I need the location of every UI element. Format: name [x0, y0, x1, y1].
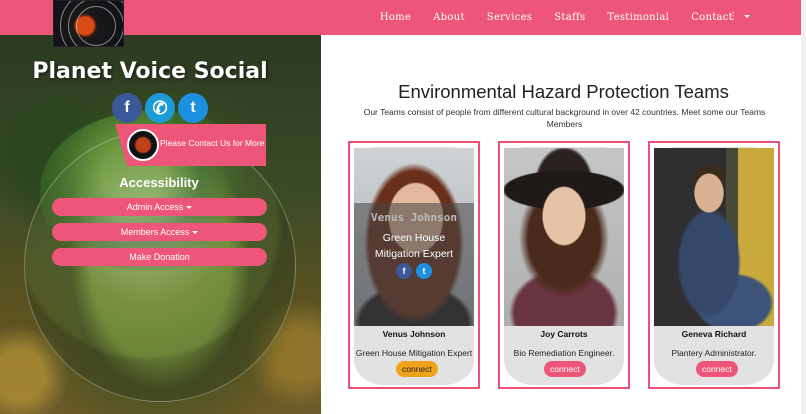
section-title: Environmental Hazard Protection Teams: [398, 81, 729, 102]
tumblr-button[interactable]: t: [178, 93, 208, 123]
member-hover-overlay: Venus Johnson Green House Mitigation Exp…: [354, 203, 474, 326]
member-role: Green House Mitigation Expert: [355, 348, 473, 358]
facebook-icon[interactable]: f: [396, 263, 412, 279]
nav-home[interactable]: Home: [369, 12, 422, 23]
member-photo: [504, 148, 624, 326]
make-donation-button[interactable]: Make Donation: [52, 248, 267, 266]
member-photo: Venus Johnson Green House Mitigation Exp…: [354, 148, 474, 326]
section-description: Our Teams consist of people from differe…: [363, 107, 766, 129]
connect-button[interactable]: connect: [544, 361, 586, 377]
caret-down-icon: [186, 206, 193, 210]
caret-down-icon: [744, 14, 751, 18]
contact-banner-text: Please Contact Us for More: [160, 138, 265, 148]
site-title: Planet Voice Social: [32, 59, 268, 84]
more-vertical-icon: ⋮: [728, 11, 738, 22]
tumblr-icon[interactable]: t: [416, 263, 432, 279]
nav-about[interactable]: About: [422, 12, 476, 23]
accessibility-title: Accessibility: [119, 175, 199, 190]
team-card-joy: Joy Carrots Bio Remediation Engineer. co…: [498, 141, 630, 389]
member-role: Plantery Administrator.: [671, 348, 757, 358]
admin-access-button[interactable]: Admin Access: [52, 198, 267, 216]
member-name: Joy Carrots: [540, 329, 588, 339]
members-access-label: Members Access: [120, 227, 190, 237]
overlay-role: Green House Mitigation Expert: [374, 232, 454, 260]
nav-testimonial[interactable]: Testimonial: [596, 12, 680, 23]
phone-icon: ✆: [152, 97, 168, 118]
facebook-button[interactable]: f: [112, 93, 142, 123]
caret-down-icon: [192, 231, 199, 235]
nav-services[interactable]: Services: [476, 12, 543, 23]
sidebar-hero: Planet Voice Social f ✆ t Please Contact…: [0, 35, 321, 414]
member-photo: [654, 148, 774, 326]
member-role: Bio Remediation Engineer.: [513, 348, 615, 358]
connect-button[interactable]: connect: [396, 361, 438, 377]
phone-button[interactable]: ✆: [145, 93, 175, 123]
team-section: Environmental Hazard Protection Teams Ou…: [321, 35, 806, 414]
facebook-icon: f: [124, 99, 130, 116]
contact-banner[interactable]: Please Contact Us for More: [115, 124, 266, 166]
nav-staffs[interactable]: Staffs: [543, 12, 596, 23]
nav-menu: Home About Services Staffs Testimonial C…: [369, 0, 744, 35]
contact-logo-icon: [127, 129, 159, 161]
admin-access-label: Admin Access: [126, 202, 184, 212]
connect-button[interactable]: connect: [696, 361, 738, 377]
member-name: Geneva Richard: [681, 329, 747, 339]
team-card-venus: Venus Johnson Green House Mitigation Exp…: [348, 141, 480, 389]
overlay-name: Venus Johnson: [370, 211, 458, 224]
page-scrollbar[interactable]: [801, 0, 806, 414]
team-card-geneva: Geneva Richard Plantery Administrator. c…: [648, 141, 780, 389]
member-name: Venus Johnson: [382, 329, 446, 339]
nav-more-dropdown[interactable]: ⋮: [728, 11, 751, 22]
members-access-button[interactable]: Members Access: [52, 223, 267, 241]
site-logo[interactable]: [53, 0, 124, 47]
glass-globe-image: [24, 130, 296, 402]
tumblr-icon: t: [190, 99, 196, 116]
